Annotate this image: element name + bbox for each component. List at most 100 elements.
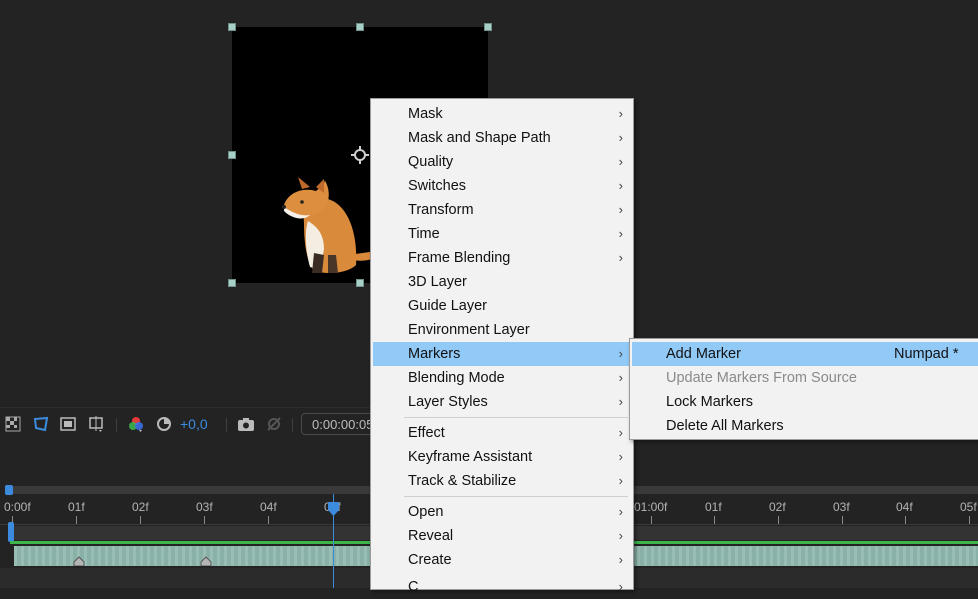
current-time-field[interactable]: 0:00:00:05	[301, 413, 381, 435]
submenu-item-label: Add Marker	[666, 346, 741, 362]
menu-item-label: Effect	[408, 425, 445, 441]
menu-item-label: Layer Styles	[408, 394, 488, 410]
menu-item-switches[interactable]: Switches ›	[373, 174, 631, 198]
transform-handle[interactable]	[228, 23, 236, 31]
ruler-label: 01:00f	[634, 500, 668, 514]
work-area-start-handle[interactable]	[5, 485, 13, 495]
snapshot-camera-icon[interactable]	[236, 414, 256, 434]
ruler-label: 03f	[196, 500, 213, 514]
menu-item-label: Environment Layer	[408, 322, 530, 338]
menu-item-label: Frame Blending	[408, 250, 511, 266]
menu-item-mask-and-shape-path[interactable]: Mask and Shape Path ›	[373, 126, 631, 150]
submenu-item-update-markers-from-source: Update Markers From Source	[632, 366, 978, 390]
ruler-tick	[204, 516, 205, 524]
mask-path-icon[interactable]	[31, 414, 51, 434]
menu-item-label: Create	[408, 552, 452, 568]
layer-in-point-handle[interactable]	[8, 522, 14, 542]
submenu-arrow-icon: ›	[618, 552, 623, 567]
ruler-label: 05f	[960, 500, 977, 514]
ruler-tick	[714, 516, 715, 524]
submenu-item-add-marker[interactable]: Add Marker Numpad *	[632, 342, 978, 366]
menu-item-label: Track & Stabilize	[408, 473, 517, 489]
submenu-arrow-icon: ›	[618, 130, 623, 145]
show-snapshot-icon[interactable]	[264, 414, 284, 434]
transform-handle[interactable]	[356, 279, 364, 287]
keyframe-icon[interactable]	[200, 556, 212, 566]
anchor-point-icon[interactable]	[350, 145, 370, 165]
transform-handle[interactable]	[484, 23, 492, 31]
menu-item-blending-mode[interactable]: Blending Mode ›	[373, 366, 631, 390]
menu-item-time[interactable]: Time ›	[373, 222, 631, 246]
submenu-item-lock-markers[interactable]: Lock Markers	[632, 390, 978, 414]
submenu-arrow-icon: ›	[618, 178, 623, 193]
menu-item-transform[interactable]: Transform ›	[373, 198, 631, 222]
menu-separator	[404, 417, 628, 418]
color-channels-icon[interactable]	[126, 414, 146, 434]
menu-item-label: Markers	[408, 346, 461, 362]
menu-item-label: Blending Mode	[408, 370, 505, 386]
menu-item-environment-layer[interactable]: Environment Layer	[373, 318, 631, 342]
transform-handle[interactable]	[228, 151, 236, 159]
submenu-item-delete-all-markers[interactable]: Delete All Markers	[632, 414, 978, 438]
submenu-arrow-icon: ›	[618, 370, 623, 385]
submenu-arrow-icon: ›	[618, 202, 623, 217]
ruler-tick	[651, 516, 652, 524]
ruler-label: 01f	[68, 500, 85, 514]
submenu-arrow-icon: ›	[618, 504, 623, 519]
menu-item-label: Reveal	[408, 528, 454, 544]
ruler-label: 04f	[896, 500, 913, 514]
submenu-arrow-icon: ›	[618, 449, 623, 464]
current-time-indicator-icon[interactable]	[327, 502, 340, 516]
menu-item-label: Open	[408, 504, 444, 520]
ruler-label: 02f	[132, 500, 149, 514]
guides-icon[interactable]	[86, 414, 106, 434]
menu-item-label: 3D Layer	[408, 274, 467, 290]
keyframe-icon[interactable]	[73, 556, 85, 566]
menu-item-label: Quality	[408, 154, 454, 170]
ruler-tick	[76, 516, 77, 524]
menu-item-cut-off[interactable]: C ›	[373, 575, 631, 599]
menu-item-create[interactable]: Create ›	[373, 548, 631, 572]
menu-item-quality[interactable]: Quality ›	[373, 150, 631, 174]
menu-item-label: Mask and Shape Path	[408, 130, 551, 146]
menu-separator	[404, 496, 628, 497]
menu-item-track-and-stabilize[interactable]: Track & Stabilize ›	[373, 469, 631, 493]
menu-item-reveal[interactable]: Reveal ›	[373, 524, 631, 548]
menu-item-mask[interactable]: Mask ›	[373, 102, 631, 126]
exposure-value[interactable]: +0,0	[180, 416, 208, 432]
toolbar-divider	[292, 418, 293, 432]
menu-item-guide-layer[interactable]: Guide Layer	[373, 294, 631, 318]
region-of-interest-icon[interactable]	[58, 414, 78, 434]
ruler-tick	[969, 516, 970, 524]
submenu-arrow-icon: ›	[618, 579, 623, 594]
transform-handle[interactable]	[356, 23, 364, 31]
keyboard-shortcut: Numpad *	[894, 346, 959, 362]
menu-item-label: Switches	[408, 178, 467, 194]
submenu-arrow-icon: ›	[618, 528, 623, 543]
ruler-tick	[778, 516, 779, 524]
ruler-tick	[140, 516, 141, 524]
menu-item-3d-layer[interactable]: 3D Layer	[373, 270, 631, 294]
markers-submenu: Add Marker Numpad * Update Markers From …	[629, 338, 978, 440]
menu-item-open[interactable]: Open ›	[373, 500, 631, 524]
menu-item-keyframe-assistant[interactable]: Keyframe Assistant ›	[373, 445, 631, 469]
submenu-arrow-icon: ›	[618, 425, 623, 440]
submenu-item-label: Update Markers From Source	[666, 370, 857, 386]
menu-item-layer-styles[interactable]: Layer Styles ›	[373, 390, 631, 414]
submenu-arrow-icon: ›	[618, 394, 623, 409]
ruler-label: 0:00f	[4, 500, 31, 514]
ruler-label: 01f	[705, 500, 722, 514]
transform-handle[interactable]	[228, 279, 236, 287]
menu-item-frame-blending[interactable]: Frame Blending ›	[373, 246, 631, 270]
toolbar-divider	[226, 418, 227, 432]
submenu-arrow-icon: ›	[618, 473, 623, 488]
submenu-arrow-icon: ›	[618, 346, 623, 361]
menu-item-label: Time	[408, 226, 440, 242]
transparency-grid-icon[interactable]	[3, 414, 23, 434]
ruler-label: 03f	[833, 500, 850, 514]
ruler-label: 02f	[769, 500, 786, 514]
exposure-reset-icon[interactable]	[154, 414, 174, 434]
menu-item-effect[interactable]: Effect ›	[373, 421, 631, 445]
menu-item-markers[interactable]: Markers ›	[373, 342, 631, 366]
ruler-tick	[268, 516, 269, 524]
